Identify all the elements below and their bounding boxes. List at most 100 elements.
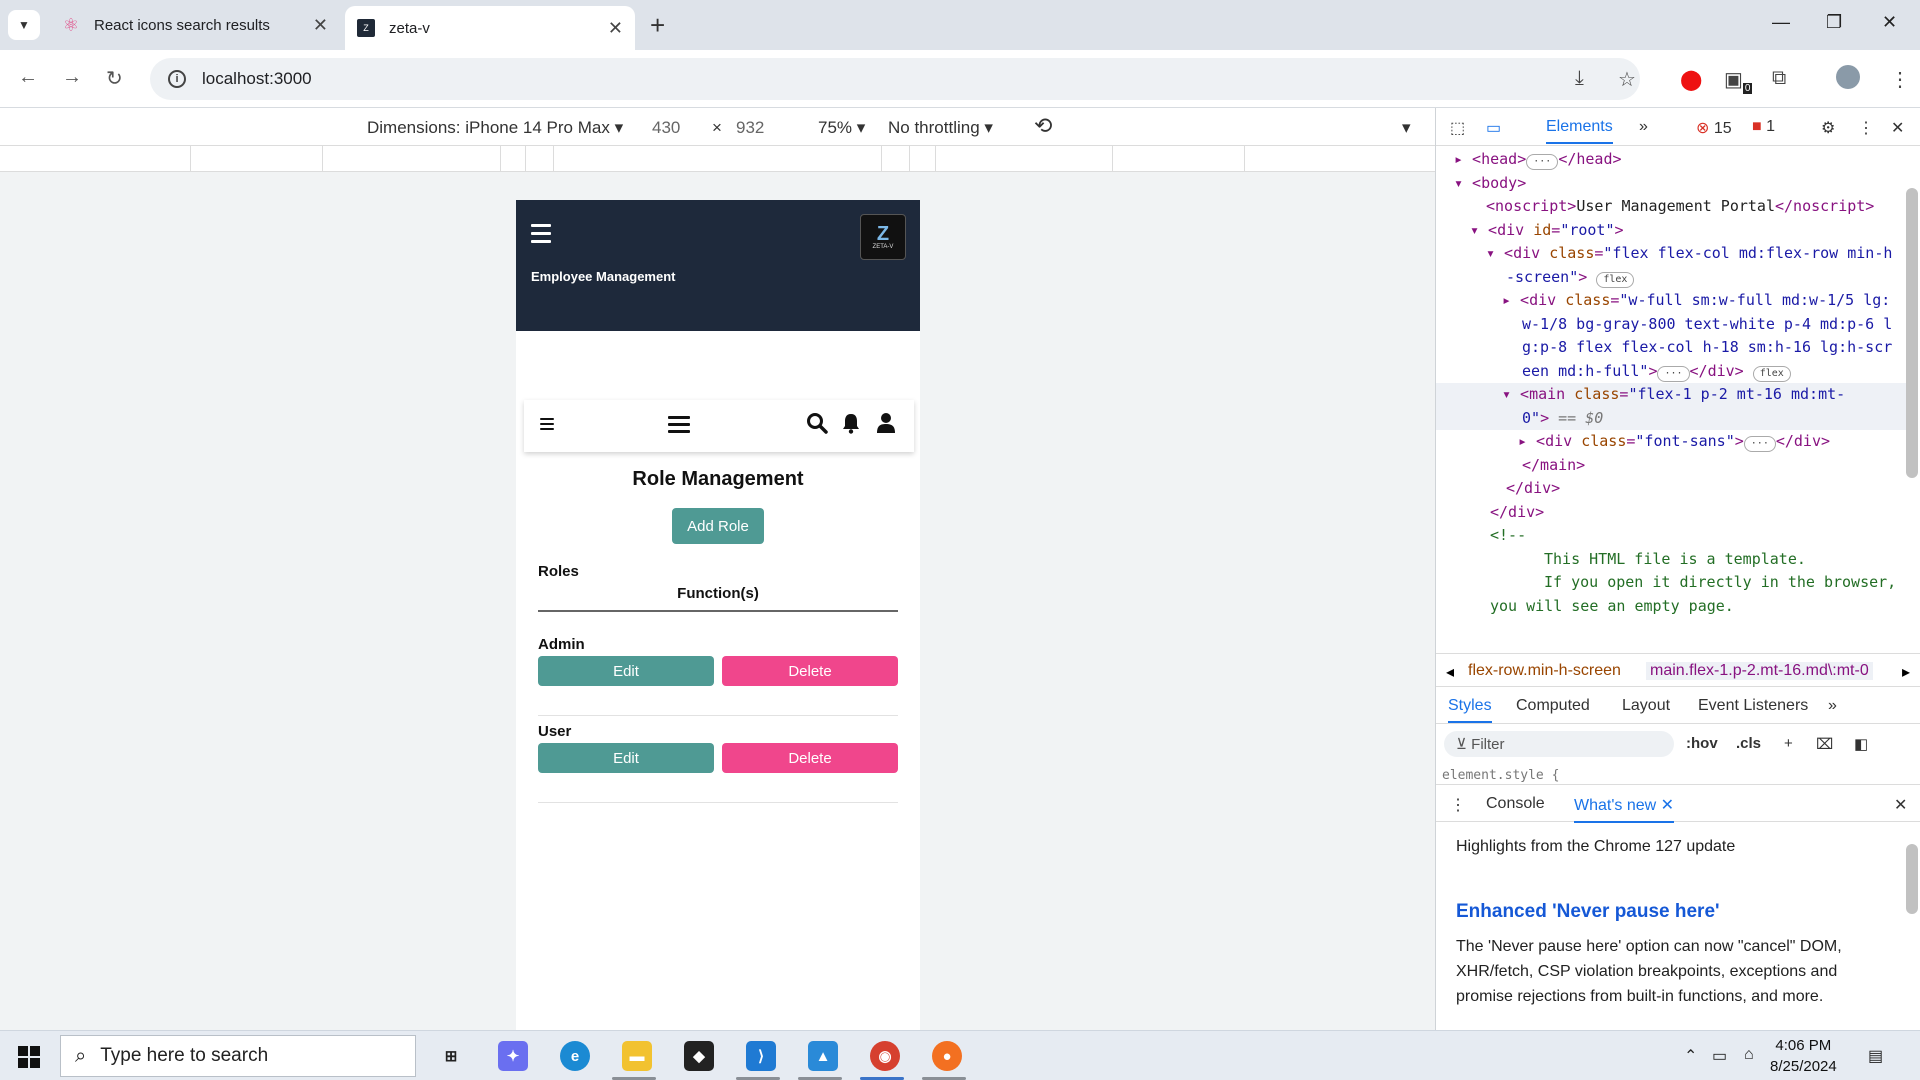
whats-new-heading[interactable]: Enhanced 'Never pause here' [1456, 899, 1896, 924]
tab-search-chevron-icon[interactable]: ▼ [8, 10, 40, 40]
notifications-icon[interactable]: ▤ [1868, 1046, 1883, 1066]
drawer-toggle-icon[interactable] [540, 418, 554, 430]
menu-icon[interactable] [668, 416, 690, 433]
zoom-select[interactable]: 75% ▾ [818, 118, 865, 138]
crumb-main[interactable]: main.flex-1.p-2.mt-16.md\:mt-0 [1646, 662, 1873, 680]
close-drawer-icon[interactable]: ✕ [1894, 795, 1907, 815]
chrome-icon[interactable]: ◉ [870, 1041, 900, 1071]
warning-count: 1 [1766, 118, 1776, 135]
edit-button[interactable]: Edit [538, 656, 714, 686]
breadcrumb: ◂ flex-row.min-h-screen main.flex-1.p-2.… [1436, 653, 1920, 687]
new-rule-icon[interactable]: + [1784, 735, 1793, 752]
network-icon[interactable]: ⌂ [1744, 1046, 1754, 1064]
tab-computed[interactable]: Computed [1516, 697, 1590, 715]
styles-filter-input[interactable]: ⊻ Filter [1444, 731, 1674, 757]
warnings-badge[interactable]: ■ 1 [1752, 118, 1775, 136]
file-explorer-icon[interactable]: ▬ [622, 1041, 652, 1071]
reload-icon[interactable]: ↻ [106, 66, 123, 91]
errors-badge[interactable]: ⊗ 15 [1696, 118, 1732, 138]
back-icon[interactable]: ← [18, 66, 38, 89]
device-options-icon[interactable]: ▾ [1402, 118, 1411, 138]
taskbar-search-box[interactable]: ⌕ Type here to search [60, 1035, 416, 1077]
add-role-button[interactable]: Add Role [672, 508, 764, 544]
extension-badge-icon[interactable]: ▣ 0 [1724, 67, 1753, 94]
element-style-rule: element.style { [1442, 768, 1560, 783]
security-shield-icon[interactable]: ◆ [684, 1041, 714, 1071]
close-tab-icon[interactable]: ✕ [313, 15, 328, 36]
copilot-icon[interactable]: ✦ [498, 1041, 528, 1071]
rotate-icon[interactable]: ⟲ [1034, 113, 1052, 139]
system-clock[interactable]: 4:06 PM 8/25/2024 [1770, 1035, 1837, 1077]
new-tab-icon[interactable]: + [650, 10, 665, 41]
profile-avatar[interactable] [1836, 65, 1860, 89]
forward-icon[interactable]: → [62, 66, 82, 89]
more-style-tabs-icon[interactable]: » [1828, 697, 1837, 715]
show-hidden-icons[interactable]: ⌃ [1684, 1046, 1697, 1066]
edit-button[interactable]: Edit [538, 743, 714, 773]
minimize-icon[interactable]: — [1772, 12, 1790, 33]
devtools-menu-icon[interactable]: ⋮ [1858, 118, 1874, 138]
whats-new-body: The 'Never pause here' option can now "c… [1456, 938, 1842, 1005]
install-app-icon[interactable]: ⤓ [1575, 67, 1584, 90]
tab-console[interactable]: Console [1486, 795, 1545, 813]
tab-elements[interactable]: Elements [1546, 118, 1613, 144]
opera-extension-icon[interactable]: ⬤ [1680, 67, 1702, 92]
cls-toggle[interactable]: .cls [1736, 735, 1761, 752]
browser-tab-strip: ▼ ⚛ React icons search results ✕ Z zeta-… [0, 0, 1920, 50]
page-title: Role Management [632, 468, 804, 490]
device-height-input[interactable]: 932 [736, 118, 764, 138]
site-info-icon[interactable]: i [168, 70, 186, 88]
clock-time: 4:06 PM [1775, 1037, 1832, 1054]
crumb-flex-row[interactable]: flex-row.min-h-screen [1468, 662, 1621, 680]
firefox-icon[interactable]: ● [932, 1041, 962, 1071]
clock-date: 8/25/2024 [1770, 1058, 1837, 1075]
throttling-select[interactable]: No throttling ▾ [888, 118, 993, 138]
extensions-puzzle-icon[interactable]: ⧉ [1772, 67, 1786, 90]
user-icon[interactable] [876, 412, 896, 440]
search-icon[interactable] [806, 412, 828, 440]
dom-scrollbar[interactable] [1906, 188, 1918, 478]
bell-icon[interactable] [841, 412, 861, 440]
tab-whats-new[interactable]: What's new ✕ [1574, 795, 1675, 823]
sidebar-menu-icon[interactable] [531, 224, 551, 248]
device-width-input[interactable]: 430 [652, 118, 680, 138]
zeta-favicon-icon: Z [357, 19, 375, 37]
tab-zeta-v[interactable]: Z zeta-v ✕ [345, 6, 635, 50]
device-mode-icon[interactable]: ▭ [1486, 118, 1501, 138]
tab-styles[interactable]: Styles [1448, 697, 1492, 723]
photos-icon[interactable]: ▲ [808, 1041, 838, 1071]
close-tab-icon[interactable]: ✕ [608, 18, 623, 39]
tab-event-listeners[interactable]: Event Listeners [1698, 697, 1808, 715]
crumb-right-arrow-icon[interactable]: ▸ [1902, 662, 1910, 682]
delete-button[interactable]: Delete [722, 656, 898, 686]
tab-layout[interactable]: Layout [1622, 697, 1670, 715]
hov-toggle[interactable]: :hov [1686, 735, 1718, 752]
zoom-label: 75% [818, 118, 853, 137]
bookmark-star-icon[interactable]: ☆ [1618, 67, 1636, 92]
vscode-icon[interactable]: ⟩ [746, 1041, 776, 1071]
windows-start-icon[interactable] [18, 1046, 40, 1068]
drawer-menu-icon[interactable]: ⋮ [1450, 795, 1466, 815]
browser-menu-icon[interactable]: ⋮ [1890, 67, 1910, 92]
paint-brush-icon[interactable]: ⌧ [1816, 735, 1833, 753]
delete-button[interactable]: Delete [722, 743, 898, 773]
restore-icon[interactable]: ❐ [1826, 12, 1842, 33]
close-window-icon[interactable]: ✕ [1882, 12, 1897, 33]
task-view-icon[interactable]: ⊞ [436, 1041, 466, 1071]
drawer-scrollbar[interactable] [1906, 844, 1918, 914]
tab-react-icons[interactable]: ⚛ React icons search results ✕ [50, 6, 340, 44]
dom-tree[interactable]: ▸ <head> ··· </head> ▾ <body> <noscript>Us… [1436, 148, 1906, 648]
device-dimensions-select[interactable]: Dimensions: iPhone 14 Pro Max ▾ [367, 118, 623, 138]
edge-icon[interactable]: e [560, 1041, 590, 1071]
crumb-left-arrow-icon[interactable]: ◂ [1446, 662, 1454, 682]
whats-new-label: What's new [1574, 797, 1657, 814]
close-devtools-icon[interactable]: ✕ [1891, 118, 1904, 138]
address-bar[interactable]: i localhost:3000 [150, 58, 1640, 100]
battery-icon[interactable]: ▭ [1712, 1046, 1727, 1066]
toggle-sidebar-icon[interactable]: ◧ [1854, 735, 1868, 753]
top-navbar [524, 400, 914, 452]
more-tabs-icon[interactable]: » [1639, 118, 1648, 136]
settings-gear-icon[interactable]: ⚙ [1821, 118, 1835, 138]
inspect-element-icon[interactable]: ⬚ [1450, 118, 1465, 138]
whats-new-content: Highlights from the Chrome 127 update En… [1456, 834, 1896, 1009]
